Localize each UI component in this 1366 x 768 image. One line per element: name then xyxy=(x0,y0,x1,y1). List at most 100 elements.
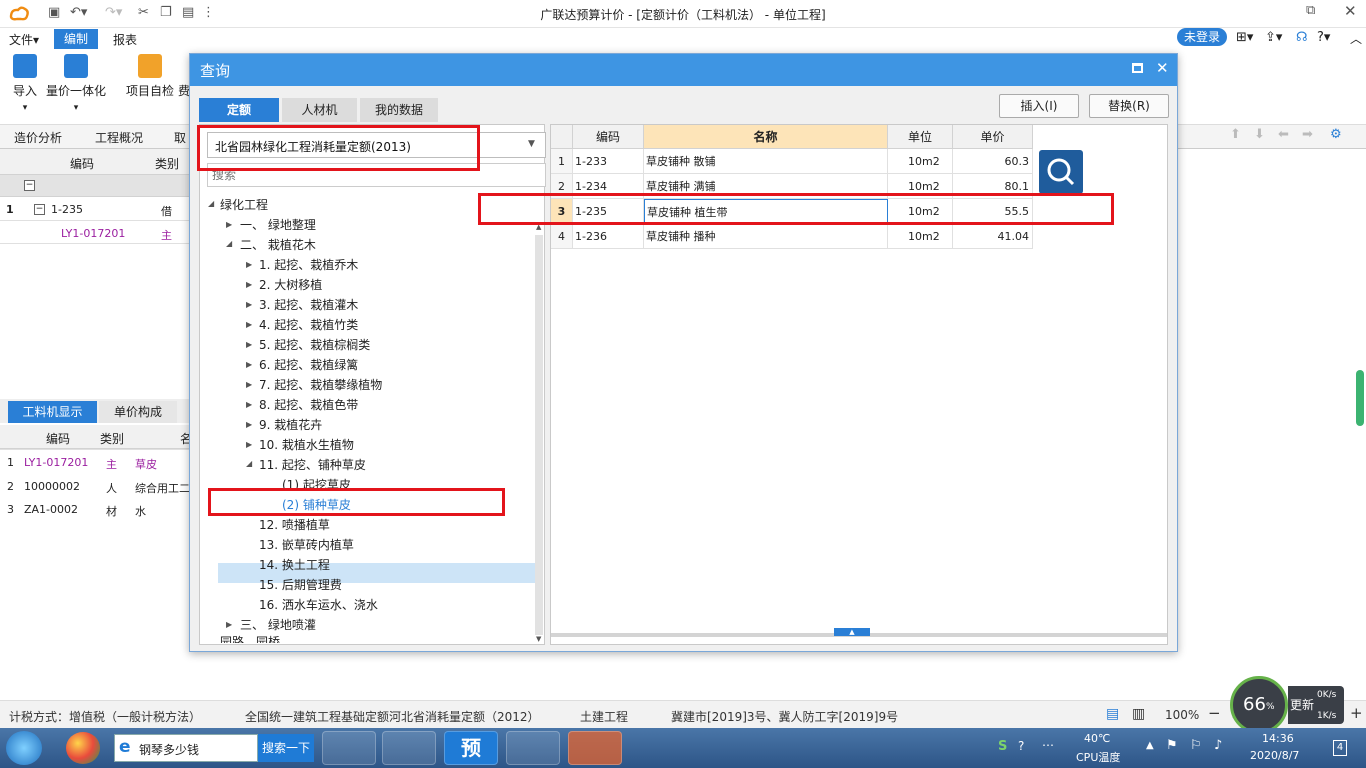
tree-scrollbar[interactable] xyxy=(535,235,543,635)
row-code[interactable]: 1-235 xyxy=(51,203,83,216)
tree-c2[interactable]: 2. 大树移植 xyxy=(259,276,322,293)
tree-c11a[interactable]: (1) 起挖草皮 xyxy=(282,476,351,493)
tree-c3[interactable]: 3. 起挖、栽植灌木 xyxy=(259,296,358,313)
row-name[interactable]: 草皮铺种 植生带 xyxy=(644,199,888,224)
help-icon[interactable]: ?▾ xyxy=(1317,30,1330,45)
sub-row-code[interactable]: LY1-017201 xyxy=(61,227,125,240)
tab-fee[interactable]: 取 xyxy=(174,129,186,146)
tab-material-display[interactable]: 工料机显示 xyxy=(8,401,97,423)
tree-c16[interactable]: 16. 洒水车运水、浇水 xyxy=(259,596,378,613)
tree-c7[interactable]: 7. 起挖、栽植攀缘植物 xyxy=(259,376,382,393)
login-button[interactable]: 未登录 xyxy=(1177,28,1227,46)
search-input[interactable] xyxy=(207,163,546,187)
tray-network-icon[interactable]: ⚑ xyxy=(1166,738,1178,753)
zoom-out-icon[interactable]: − xyxy=(1208,704,1221,722)
tree-c5[interactable]: 5. 起挖、栽植棕榈类 xyxy=(259,336,370,353)
tray-volume-icon[interactable]: ♪ xyxy=(1214,738,1222,753)
insert-button[interactable]: 插入(I) xyxy=(999,94,1079,118)
tree-c11b[interactable]: (2) 铺种草皮 xyxy=(282,496,351,513)
tree-c11[interactable]: 11. 起挖、铺种草皮 xyxy=(259,456,366,473)
split-view-icon[interactable]: ▥ xyxy=(1132,706,1145,722)
tree-l2[interactable]: 二、 栽植花木 xyxy=(240,236,316,253)
expand-icon[interactable]: ▶ xyxy=(246,300,252,309)
row-code[interactable]: 1-233 xyxy=(573,149,644,174)
expand-icon[interactable]: ▶ xyxy=(246,440,252,449)
tree-l1[interactable]: 一、 绿地整理 xyxy=(240,216,316,233)
tray-s-icon[interactable]: S xyxy=(998,739,1007,754)
update-label[interactable]: 更新 xyxy=(1290,696,1314,713)
expand-icon[interactable]: ▶ xyxy=(246,380,252,389)
row-code[interactable]: 10000002 xyxy=(24,480,80,493)
tab-project-overview[interactable]: 工程概况 xyxy=(95,129,143,146)
expand-icon[interactable]: ▶ xyxy=(246,420,252,429)
refresh-app-icon[interactable] xyxy=(322,731,376,765)
tree-c1[interactable]: 1. 起挖、栽植乔木 xyxy=(259,256,358,273)
row-code[interactable]: 1-235 xyxy=(573,199,644,224)
tab-my-data[interactable]: 我的数据 xyxy=(360,98,438,122)
tray-arrow-icon[interactable]: ▲ xyxy=(1146,740,1154,751)
tree-root[interactable]: 绿化工程 xyxy=(220,196,268,213)
start-button[interactable] xyxy=(6,731,42,765)
close-dialog-icon[interactable]: ✕ xyxy=(1156,59,1169,77)
expand-icon[interactable]: ▶ xyxy=(226,220,232,229)
tray-more-icon[interactable]: ⋯ xyxy=(1042,738,1054,752)
tab-unit-price[interactable]: 单价构成 xyxy=(99,401,177,423)
move-left-icon[interactable]: ⬅ xyxy=(1278,127,1289,142)
tree-c8[interactable]: 8. 起挖、栽植色带 xyxy=(259,396,358,413)
expand-icon[interactable]: ▶ xyxy=(246,280,252,289)
expand-icon[interactable]: ▶ xyxy=(246,320,252,329)
collapse-icon[interactable]: ︿ xyxy=(1350,30,1362,47)
menu-report[interactable]: 报表 xyxy=(113,31,137,48)
row-name[interactable]: 草皮铺种 散铺 xyxy=(644,149,888,174)
chevron-down-icon[interactable]: ▼ xyxy=(528,139,535,149)
glodon-app-icon[interactable] xyxy=(568,731,622,765)
menu-edit[interactable]: 编制 xyxy=(54,29,98,49)
grid-view-icon[interactable]: ⊞▾ xyxy=(1236,30,1253,45)
expand-icon[interactable]: ▶ xyxy=(246,400,252,409)
scroll-down-icon[interactable]: ▼ xyxy=(536,635,541,643)
settings-icon[interactable]: ⚙ xyxy=(1330,127,1342,142)
tree-c6[interactable]: 6. 起挖、栽植绿篱 xyxy=(259,356,358,373)
tree-c4[interactable]: 4. 起挖、栽植竹类 xyxy=(259,316,358,333)
app-ball-icon[interactable] xyxy=(66,732,100,764)
replace-button[interactable]: 替换(R) xyxy=(1089,94,1169,118)
zoom-in-icon[interactable]: + xyxy=(1350,704,1363,722)
tree-c14[interactable]: 14. 换土工程 xyxy=(259,556,330,573)
notification-badge[interactable]: 4 xyxy=(1333,740,1347,756)
search-button[interactable] xyxy=(1039,150,1083,194)
chat-app-icon[interactable] xyxy=(382,731,436,765)
tray-flag-icon[interactable]: ⚐ xyxy=(1190,738,1202,753)
row-name[interactable]: 草皮铺种 满铺 xyxy=(644,174,888,199)
expand-row-icon[interactable]: − xyxy=(34,204,45,215)
close-window-icon[interactable]: ✕ xyxy=(1344,2,1357,20)
expand-icon[interactable]: ▶ xyxy=(246,340,252,349)
move-right-icon[interactable]: ➡ xyxy=(1302,127,1313,142)
row-code[interactable]: 1-234 xyxy=(573,174,644,199)
search-go-button[interactable]: 搜索一下 xyxy=(258,734,314,762)
library-select[interactable]: 北省园林绿化工程消耗量定额(2013) ▼ xyxy=(207,132,546,158)
menu-file[interactable]: 文件▾ xyxy=(9,31,39,48)
qty-price-button[interactable]: 量价一体化 ▾ xyxy=(44,54,108,113)
tree-c15[interactable]: 15. 后期管理费 xyxy=(259,576,342,593)
tree-c10[interactable]: 10. 栽植水生植物 xyxy=(259,436,354,453)
tab-material[interactable]: 人材机 xyxy=(282,98,357,122)
import-button[interactable]: 导入 ▾ xyxy=(10,54,40,113)
view-toggle-icon[interactable]: ▤ xyxy=(1106,706,1119,722)
row-code[interactable]: 1-236 xyxy=(573,224,644,249)
upload-icon[interactable]: ⇪▾ xyxy=(1265,30,1282,45)
row-code[interactable]: ZA1-0002 xyxy=(24,503,78,516)
tree-l3[interactable]: 三、 绿地喷灌 xyxy=(240,616,316,633)
paint-app-icon[interactable] xyxy=(506,731,560,765)
headset-icon[interactable]: ☊ xyxy=(1296,30,1308,45)
tree-c9[interactable]: 9. 栽植花卉 xyxy=(259,416,322,433)
tray-help-icon[interactable]: ? xyxy=(1018,739,1024,753)
maximize-icon[interactable] xyxy=(1132,63,1143,73)
expand-icon[interactable]: ▶ xyxy=(246,360,252,369)
restore-icon[interactable]: ⧉ xyxy=(1306,3,1315,18)
splitter-arrow-icon[interactable]: ▲ xyxy=(834,628,870,636)
tree-c12[interactable]: 12. 喷播植草 xyxy=(259,516,330,533)
side-scroll-handle[interactable] xyxy=(1356,370,1364,426)
expand-icon[interactable]: ▶ xyxy=(226,620,232,629)
collapse-icon[interactable]: ◢ xyxy=(226,239,232,248)
tab-cost-analysis[interactable]: 造价分析 xyxy=(14,129,62,146)
